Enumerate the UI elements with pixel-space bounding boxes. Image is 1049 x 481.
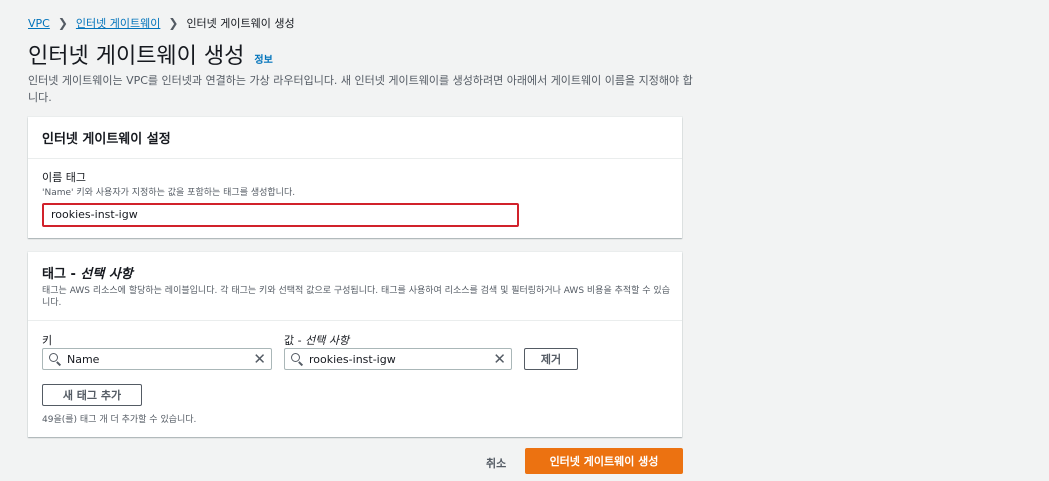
breadcrumb-current: 인터넷 게이트웨이 생성: [186, 17, 295, 30]
key-label: 키: [42, 334, 53, 347]
tag-value-input[interactable]: rookies-inst-igw ✕: [284, 348, 512, 370]
panel-title: 태그 - 선택 사항: [42, 263, 668, 282]
page-description: 인터넷 게이트웨이는 VPC를 인터넷과 연결하는 가상 라우터입니다. 새 인…: [28, 74, 693, 104]
tag-key-input[interactable]: Name ✕: [42, 348, 272, 370]
breadcrumb-vpc-link[interactable]: VPC: [28, 17, 50, 30]
remove-tag-button[interactable]: 제거: [524, 348, 578, 370]
panel-title-prefix: 태그 -: [42, 267, 81, 282]
create-igw-page: VPC ❯ 인터넷 게이트웨이 ❯ 인터넷 게이트웨이 생성 인터넷 게이트웨이…: [0, 0, 1049, 481]
close-icon[interactable]: ✕: [253, 351, 266, 367]
igw-settings-panel: 인터넷 게이트웨이 설정 이름 태그 'Name' 키와 사용자가 지정하는 값…: [28, 117, 682, 238]
panel-title-optional: 선택 사항: [80, 267, 133, 282]
name-tag-label: 이름 태그: [42, 171, 86, 184]
panel-title: 인터넷 게이트웨이 설정: [42, 132, 171, 147]
tag-value-value: rookies-inst-igw: [309, 352, 396, 366]
breadcrumb: VPC ❯ 인터넷 게이트웨이 ❯ 인터넷 게이트웨이 생성: [28, 15, 295, 31]
add-tag-button[interactable]: 새 태그 추가: [42, 384, 142, 406]
info-link[interactable]: 정보: [254, 51, 272, 66]
cancel-button[interactable]: 취소: [486, 455, 506, 471]
name-tag-description: 'Name' 키와 사용자가 지정하는 값을 포함하는 태그를 생성합니다.: [42, 188, 296, 198]
panel-header: 태그 - 선택 사항 태그는 AWS 리소스에 할당하는 레이블입니다. 각 태…: [28, 252, 682, 321]
tags-panel: 태그 - 선택 사항 태그는 AWS 리소스에 할당하는 레이블입니다. 각 태…: [28, 252, 682, 437]
remaining-tags-hint: 49을(를) 태그 개 더 추가할 수 있습니다.: [42, 415, 197, 425]
name-tag-input[interactable]: rookies-inst-igw: [42, 203, 519, 227]
page-title: 인터넷 게이트웨이 생성: [28, 44, 245, 69]
chevron-right-icon: ❯: [168, 16, 179, 30]
title-row: 인터넷 게이트웨이 생성 정보: [28, 38, 273, 70]
create-igw-button[interactable]: 인터넷 게이트웨이 생성: [525, 448, 683, 474]
value-label-optional: 선택 사항: [305, 334, 350, 347]
chevron-right-icon: ❯: [57, 16, 68, 30]
panel-header: 인터넷 게이트웨이 설정: [28, 117, 682, 159]
search-icon: [291, 353, 304, 366]
close-icon[interactable]: ✕: [493, 351, 506, 367]
search-icon: [49, 353, 62, 366]
value-label-prefix: 값 -: [284, 334, 306, 347]
tag-key-value: Name: [67, 352, 100, 366]
value-label: 값 - 선택 사항: [284, 332, 349, 348]
tags-description: 태그는 AWS 리소스에 할당하는 레이블입니다. 각 태그는 키와 선택적 값…: [42, 286, 670, 308]
breadcrumb-igw-link[interactable]: 인터넷 게이트웨이: [76, 15, 160, 31]
